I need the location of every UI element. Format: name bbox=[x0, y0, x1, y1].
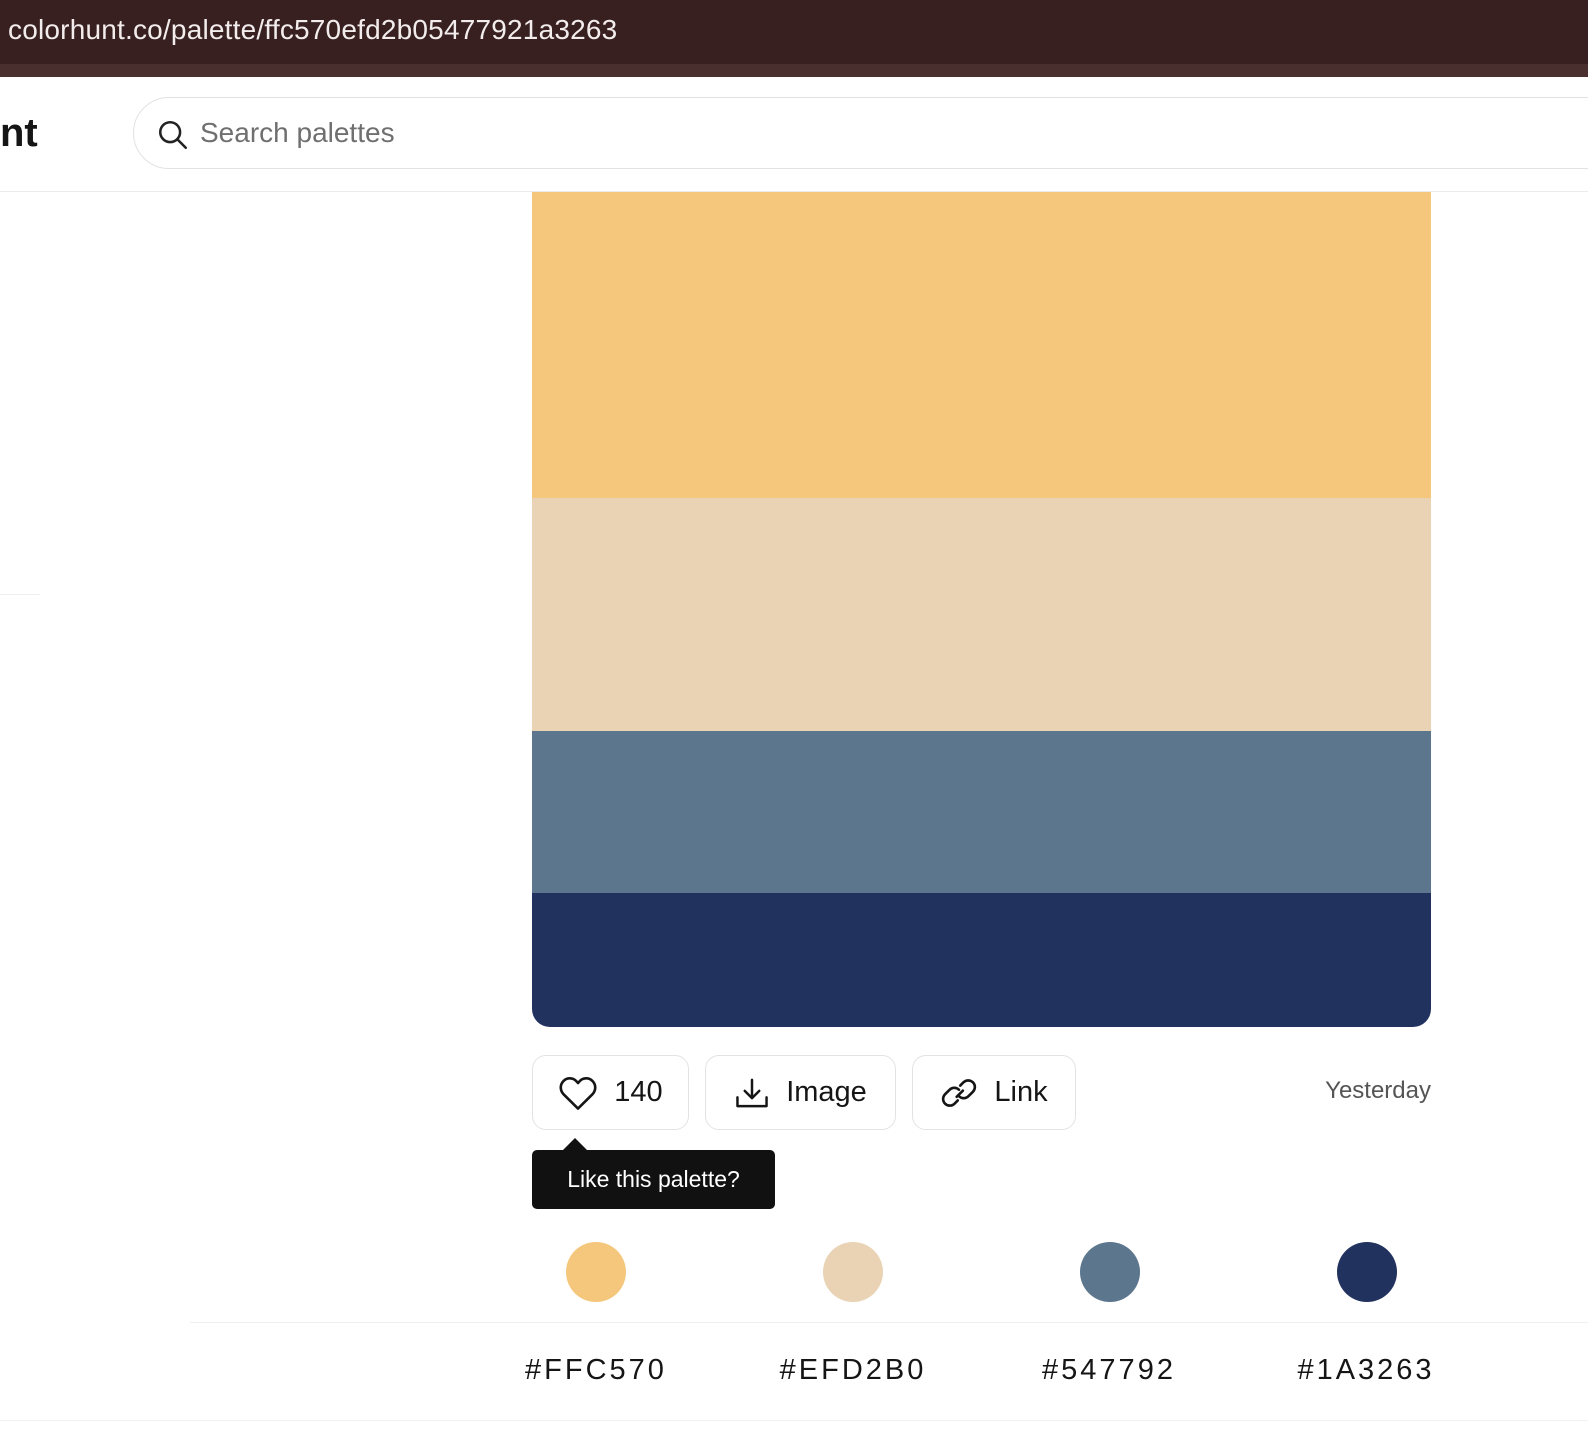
tooltip-arrow bbox=[563, 1138, 587, 1150]
palette-date: Yesterday bbox=[1325, 1077, 1431, 1104]
link-label: Link bbox=[994, 1076, 1048, 1108]
swatch-color-4[interactable] bbox=[1337, 1242, 1397, 1302]
palette-color-3[interactable] bbox=[532, 731, 1431, 893]
site-header: nt bbox=[0, 77, 1588, 192]
hex-code-3[interactable]: #547792 bbox=[1042, 1354, 1176, 1387]
like-tooltip: Like this palette? bbox=[532, 1150, 775, 1209]
swatch-color-3[interactable] bbox=[1080, 1242, 1140, 1302]
copy-link-button[interactable]: Link bbox=[912, 1055, 1076, 1130]
search-input[interactable] bbox=[200, 98, 1100, 168]
search-icon bbox=[158, 120, 188, 150]
swatch-divider bbox=[190, 1322, 1588, 1323]
sidebar-divider bbox=[0, 594, 40, 595]
browser-address-bar: colorhunt.co/palette/ffc570efd2b05477921… bbox=[0, 0, 1588, 64]
swatch-color-1[interactable] bbox=[566, 1242, 626, 1302]
footer-divider bbox=[0, 1420, 1588, 1421]
site-logo[interactable]: nt bbox=[0, 111, 38, 156]
link-icon bbox=[942, 1078, 977, 1107]
palette-color-4[interactable] bbox=[532, 893, 1431, 1027]
download-icon bbox=[736, 1078, 768, 1107]
hex-code-4[interactable]: #1A3263 bbox=[1297, 1354, 1434, 1387]
swatch-color-2[interactable] bbox=[823, 1242, 883, 1302]
palette-card[interactable] bbox=[532, 192, 1431, 1027]
palette-color-1[interactable] bbox=[532, 192, 1431, 498]
download-image-button[interactable]: Image bbox=[705, 1055, 896, 1130]
search-bar[interactable] bbox=[133, 97, 1588, 169]
like-count: 140 bbox=[614, 1076, 663, 1108]
hex-code-1[interactable]: #FFC570 bbox=[525, 1354, 667, 1387]
palette-actions: 140 Image Link Yesterday bbox=[532, 1055, 1431, 1130]
image-label: Image bbox=[786, 1076, 867, 1108]
palette-color-2[interactable] bbox=[532, 498, 1431, 731]
heart-icon bbox=[559, 1076, 597, 1110]
url-text[interactable]: colorhunt.co/palette/ffc570efd2b05477921… bbox=[8, 14, 617, 46]
like-button[interactable]: 140 bbox=[532, 1055, 689, 1130]
hex-code-2[interactable]: #EFD2B0 bbox=[780, 1354, 927, 1387]
browser-tab-strip-edge bbox=[0, 64, 1588, 77]
tooltip-text: Like this palette? bbox=[567, 1166, 740, 1192]
